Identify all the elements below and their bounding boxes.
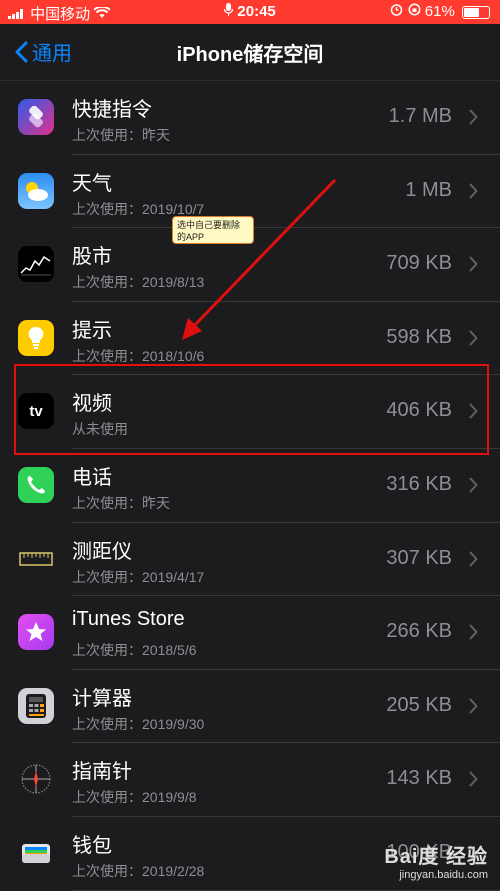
watermark: Bai度 经验 jingyan.baidu.com (384, 840, 488, 881)
watermark-brand: Bai度 经验 (384, 846, 488, 868)
callout-line-2: 的APP (177, 232, 205, 242)
annotation-callout: 选中自己要删除 的APP (172, 216, 254, 244)
watermark-url: jingyan.baidu.com (399, 869, 488, 881)
annotation-arrow (182, 178, 337, 340)
callout-line-1: 选中自己要删除 (177, 220, 241, 230)
row-separator (72, 889, 500, 891)
